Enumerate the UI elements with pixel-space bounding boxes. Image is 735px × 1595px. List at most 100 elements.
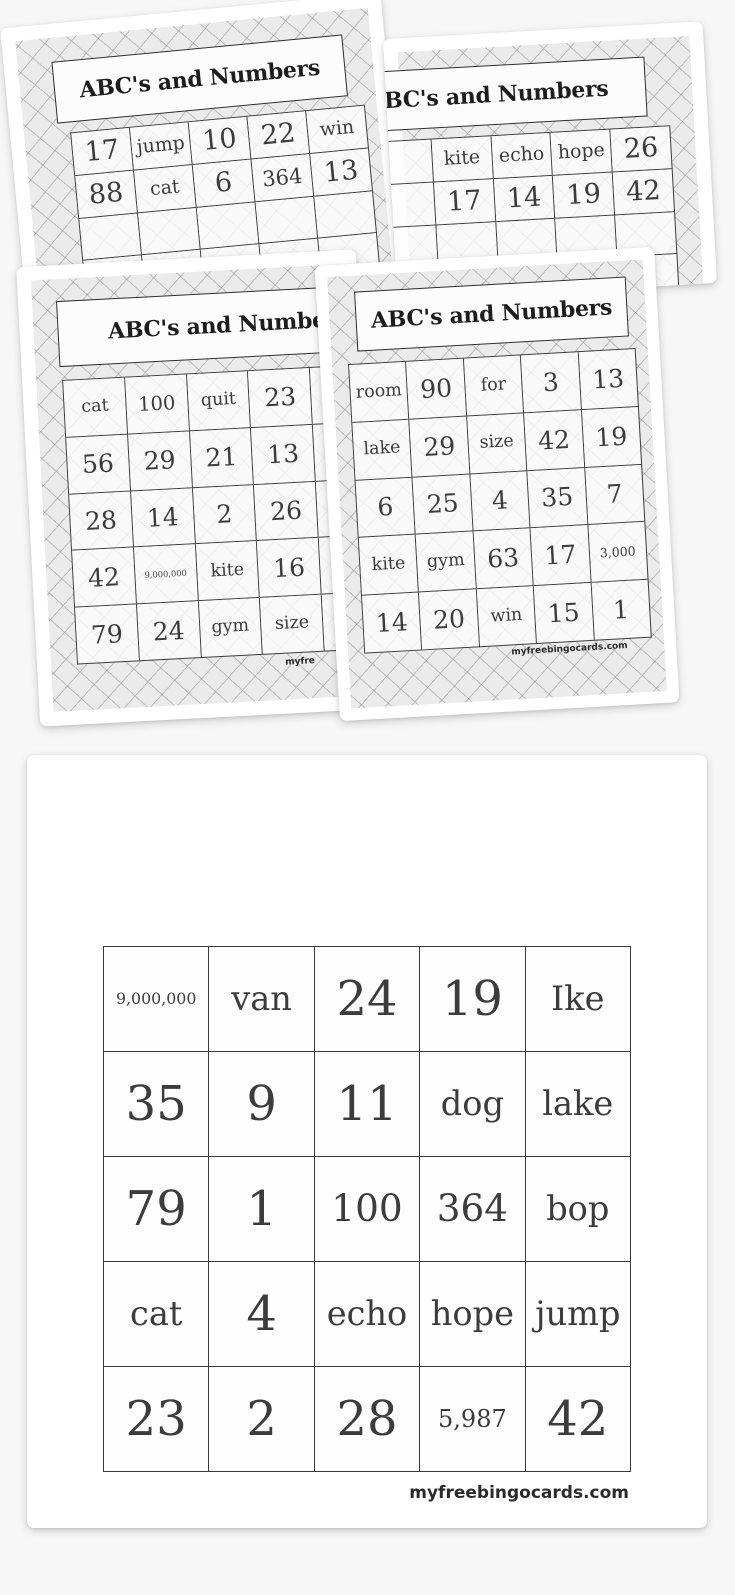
bingo-cell[interactable]: 20 [419, 589, 480, 651]
bingo-cell[interactable]: 14 [493, 175, 556, 222]
bingo-cell[interactable]: 56 [66, 434, 131, 495]
bingo-cell[interactable]: van [209, 947, 315, 1052]
bingo-cell[interactable]: 42 [72, 547, 137, 608]
bingo-cell[interactable]: gym [198, 598, 264, 659]
bingo-cell[interactable] [196, 201, 260, 251]
bingo-cell[interactable]: 4 [209, 1262, 315, 1367]
bingo-cell[interactable]: 364 [420, 1157, 526, 1262]
bingo-cell[interactable]: 79 [104, 1157, 210, 1262]
bingo-cell[interactable]: 9,000,000 [104, 947, 210, 1052]
bingo-cell[interactable] [138, 207, 201, 256]
bingo-card-main[interactable]: ABC's and Numbers [27, 755, 707, 1528]
bingo-cell[interactable]: 5,987 [420, 1367, 526, 1472]
bingo-cell[interactable]: cat [133, 164, 197, 214]
bingo-cell[interactable]: lake [352, 419, 413, 481]
bingo-cell[interactable]: jump [525, 1262, 631, 1367]
bingo-cell[interactable]: 79 [75, 604, 140, 665]
bingo-cell[interactable]: 9 [209, 1052, 315, 1157]
bingo-cell[interactable]: for [463, 355, 525, 417]
bingo-cell[interactable]: 13 [310, 148, 373, 197]
bingo-cell[interactable]: 13 [251, 424, 317, 485]
bingo-grid[interactable]: 9,000,000 van 24 19 Ike 35 9 11 dog lake 79 1 100 364… [103, 946, 631, 1472]
bingo-cell[interactable]: room [349, 361, 410, 423]
bingo-cell[interactable]: dog [420, 1052, 526, 1157]
bingo-cell[interactable]: 14 [362, 592, 423, 654]
bingo-cell[interactable]: 7 [584, 464, 646, 526]
bingo-cell[interactable]: gym [416, 531, 477, 593]
bingo-cell[interactable]: 3 [521, 352, 582, 414]
bingo-cell[interactable]: hope [550, 129, 613, 176]
bingo-cell[interactable]: 364 [251, 153, 315, 202]
bingo-card-middle-right[interactable]: ABC's and Numbers room 90 for 3 13 lake 29 size… [314, 246, 680, 722]
bingo-cell[interactable]: 22 [247, 111, 311, 160]
bingo-cell[interactable] [314, 190, 377, 239]
bingo-cell[interactable]: 13 [578, 349, 639, 410]
bingo-cell[interactable]: 2 [192, 484, 258, 545]
bingo-cell[interactable]: 29 [127, 431, 193, 492]
bingo-cell[interactable]: size [260, 594, 325, 655]
bingo-cell[interactable]: echo [314, 1262, 421, 1367]
bingo-cell[interactable]: 24 [136, 601, 202, 662]
bingo-cell[interactable]: kite [431, 136, 494, 183]
bingo-cell[interactable]: win [306, 105, 369, 154]
bingo-cell[interactable]: 25 [412, 474, 474, 535]
bingo-grid[interactable]: room 90 for 3 13 lake 29 size 42 19 6 25 4 35 7 kite gym… [348, 348, 652, 654]
bingo-cell[interactable]: 14 [130, 487, 196, 548]
bingo-cell[interactable]: 11 [314, 1052, 421, 1157]
bingo-cell[interactable]: 10 [188, 116, 252, 165]
bingo-cell[interactable]: hope [420, 1262, 526, 1367]
bingo-cell[interactable]: win [476, 586, 538, 648]
bingo-cell[interactable]: 29 [409, 416, 471, 478]
bingo-cell[interactable]: 42 [524, 409, 585, 471]
bingo-cell[interactable]: 16 [257, 538, 322, 599]
bingo-cell[interactable]: cat [63, 377, 128, 438]
bingo-cell[interactable]: 42 [525, 1367, 631, 1472]
bingo-cell[interactable]: 23 [248, 367, 314, 428]
bingo-cell[interactable]: 21 [189, 427, 255, 488]
bingo-cell[interactable]: 17 [71, 127, 134, 176]
bingo-cell[interactable]: 90 [406, 358, 467, 420]
bingo-cell[interactable]: 1 [209, 1157, 315, 1262]
bingo-cell[interactable]: 88 [75, 170, 139, 219]
bingo-cell[interactable]: 9,000,000 [133, 544, 199, 605]
bingo-cell[interactable]: cat [104, 1262, 210, 1367]
bingo-cell[interactable]: 17 [433, 178, 496, 226]
bingo-cell[interactable]: 63 [473, 528, 534, 590]
bingo-cell[interactable]: quit [186, 371, 252, 432]
bingo-cell[interactable]: 28 [314, 1367, 421, 1472]
card-footer-watermark: myfreebingocards.com [409, 1483, 629, 1503]
bingo-cell[interactable]: 24 [314, 947, 421, 1052]
bingo-cell[interactable]: kite [195, 541, 261, 602]
bingo-cell[interactable] [79, 213, 143, 262]
bingo-cell[interactable]: 6 [192, 159, 256, 208]
bingo-cell[interactable]: echo [491, 132, 554, 179]
bingo-cell[interactable]: 15 [533, 583, 595, 644]
bingo-cell[interactable]: 100 [124, 374, 190, 435]
bingo-cell[interactable]: 23 [104, 1367, 210, 1472]
bingo-cell[interactable]: 35 [527, 467, 589, 529]
bingo-cell[interactable]: 19 [553, 172, 616, 219]
bingo-cell[interactable]: 17 [530, 525, 592, 587]
bingo-cell[interactable]: 19 [581, 406, 643, 468]
bingo-cell[interactable]: 28 [69, 491, 134, 552]
bingo-cell[interactable] [382, 139, 434, 186]
bingo-cell[interactable]: kite [358, 534, 420, 596]
bingo-cell[interactable] [255, 196, 319, 245]
bingo-cell[interactable]: 3,000 [588, 522, 649, 584]
bingo-cell[interactable]: 35 [104, 1052, 210, 1157]
bingo-cell[interactable]: 26 [610, 126, 673, 173]
bingo-cell[interactable]: 19 [420, 947, 526, 1052]
bingo-cell[interactable]: Ike [525, 947, 631, 1052]
bingo-cell[interactable]: 42 [612, 168, 676, 216]
card-title: ABC's and Numbers [370, 294, 613, 334]
bingo-cell[interactable]: 1 [591, 579, 652, 641]
bingo-cell[interactable]: 6 [355, 477, 417, 539]
bingo-cell[interactable]: lake [525, 1052, 631, 1157]
bingo-cell[interactable]: 4 [470, 470, 531, 532]
bingo-cell[interactable]: bop [525, 1157, 631, 1262]
bingo-cell[interactable]: 26 [254, 481, 319, 542]
bingo-cell[interactable]: 2 [209, 1367, 315, 1472]
bingo-cell[interactable]: 100 [314, 1157, 421, 1262]
bingo-cell[interactable]: size [466, 413, 528, 475]
bingo-cell[interactable]: jump [129, 122, 193, 171]
